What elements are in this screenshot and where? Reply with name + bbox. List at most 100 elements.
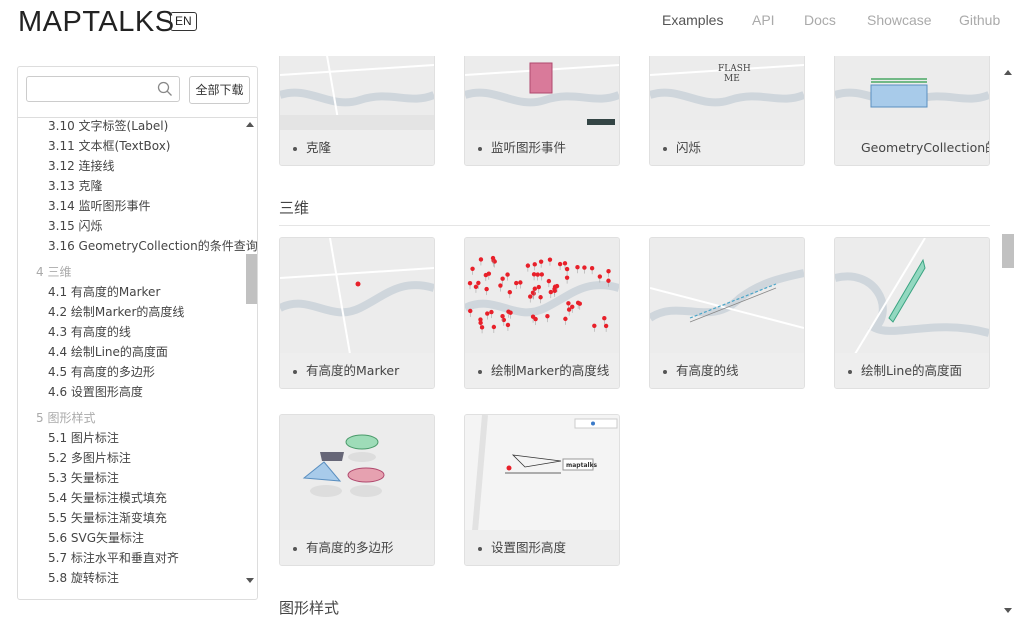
toc-section-style[interactable]: 5 图形样式 xyxy=(36,410,95,426)
toc-item[interactable]: 4.3 有高度的线 xyxy=(48,324,131,340)
map-thumbnail xyxy=(835,238,989,354)
marker-pin-icon xyxy=(500,276,505,281)
marker-pin-icon xyxy=(592,323,597,328)
marker-pin-icon xyxy=(485,311,490,316)
example-card-geometrycollection[interactable]: GeometryCollection的条件查询 xyxy=(834,56,990,166)
example-card-flash[interactable]: FLASH ME 闪烁 xyxy=(649,56,805,166)
nav-showcase[interactable]: Showcase xyxy=(867,12,932,28)
toc-section-3d[interactable]: 4 三维 xyxy=(36,264,71,280)
marker-pin-icon xyxy=(518,280,523,285)
download-all-button[interactable]: 全部下载 xyxy=(189,76,250,104)
card-label: 有高度的Marker xyxy=(280,353,434,388)
marker-pin-icon xyxy=(564,275,570,280)
scroll-down-icon[interactable] xyxy=(1004,608,1012,613)
example-card-marker-altitude[interactable]: 有高度的Marker xyxy=(279,237,435,389)
card-label: 绘制Marker的高度线 xyxy=(465,353,619,388)
top-header: MAPTALKS EN Examples API Docs Showcase G… xyxy=(0,0,1028,56)
search-input[interactable] xyxy=(26,76,180,102)
logo[interactable]: MAPTALKS xyxy=(18,6,175,39)
language-switch[interactable]: EN xyxy=(170,12,197,31)
marker-pin-icon xyxy=(602,316,607,321)
card-label: 监听图形事件 xyxy=(465,130,619,165)
toc-item[interactable]: 3.13 克隆 xyxy=(48,178,103,194)
toc-item[interactable]: 3.10 文字标签(Label) xyxy=(48,118,168,134)
toc-item[interactable]: 4.4 绘制Line的高度面 xyxy=(48,344,168,360)
card-label: 有高度的多边形 xyxy=(280,530,434,565)
marker-pin-icon xyxy=(575,265,580,270)
map-thumbnail: FLASH ME xyxy=(650,56,804,131)
toc-item[interactable]: 3.12 连接线 xyxy=(48,158,115,174)
nav-docs[interactable]: Docs xyxy=(804,12,836,28)
nav-api[interactable]: API xyxy=(752,12,775,28)
map-thumbnail xyxy=(835,56,989,131)
main-scroll-thumb[interactable] xyxy=(1002,234,1014,268)
toc-item[interactable]: 5.4 矢量标注模式填充 xyxy=(48,490,167,506)
marker-pin-icon xyxy=(490,255,496,261)
marker-pin-icon xyxy=(530,290,536,295)
marker-pin-icon xyxy=(489,309,494,315)
marker-pin-icon xyxy=(589,265,595,271)
example-card-set-altitude[interactable]: maptalks 设置图形高度 xyxy=(464,414,620,566)
marker-pin-icon xyxy=(528,294,533,299)
marker-pin-icon xyxy=(535,272,540,277)
marker-pin-icon xyxy=(532,262,537,267)
search-icon[interactable] xyxy=(157,81,173,97)
card-label: 有高度的线 xyxy=(650,353,804,388)
marker-pin-icon xyxy=(548,289,554,295)
toc-list: 3.10 文字标签(Label) 3.11 文本框(TextBox) 3.12 … xyxy=(18,117,257,599)
sidebar: 全部下载 3.10 文字标签(Label) 3.11 文本框(TextBox) … xyxy=(17,66,258,600)
marker-pin-icon xyxy=(507,289,513,295)
toc-item[interactable]: 3.14 监听图形事件 xyxy=(48,198,151,214)
toc-item[interactable]: 5.2 多图片标注 xyxy=(48,450,131,466)
map-thumbnail xyxy=(465,238,619,354)
toc-item[interactable]: 5.5 矢量标注渐变填充 xyxy=(48,510,167,526)
sidebar-scroll-thumb[interactable] xyxy=(246,254,257,304)
marker-pin-icon xyxy=(498,283,503,288)
toc-item[interactable]: 4.5 有高度的多边形 xyxy=(48,364,155,380)
marker-pin-icon xyxy=(570,304,575,310)
toc-item[interactable]: 3.16 GeometryCollection的条件查询 xyxy=(48,238,257,254)
toc-item[interactable]: 4.6 设置图形高度 xyxy=(48,384,143,400)
card-label: 设置图形高度 xyxy=(465,530,619,565)
sidebar-scrollbar[interactable] xyxy=(243,118,257,599)
marker-pin-icon xyxy=(473,284,479,290)
example-card-clone[interactable]: 克隆 xyxy=(279,56,435,166)
marker-pin-icon xyxy=(505,322,511,328)
map-thumbnail xyxy=(650,238,804,354)
section-title-style: 图形样式 xyxy=(279,599,340,617)
toc-item[interactable]: 5.1 图片标注 xyxy=(48,430,119,446)
marker-pin-icon xyxy=(606,278,611,283)
toc-item[interactable]: 3.11 文本框(TextBox) xyxy=(48,138,170,154)
marker-pin-icon xyxy=(603,323,609,329)
toc-item[interactable]: 4.1 有高度的Marker xyxy=(48,284,160,300)
example-card-line-altitude[interactable]: 有高度的线 xyxy=(649,237,805,389)
nav-github[interactable]: Github xyxy=(959,12,1000,28)
marker-pin-icon xyxy=(514,280,519,286)
marker-pin-icon xyxy=(500,313,505,319)
scroll-up-icon[interactable] xyxy=(246,122,254,127)
toc-item[interactable]: 5.8 旋转标注 xyxy=(48,570,119,586)
toc-item[interactable]: 5.3 矢量标注 xyxy=(48,470,119,486)
toc-item[interactable]: 5.6 SVG矢量标注 xyxy=(48,530,144,546)
marker-pin-icon xyxy=(476,280,481,286)
marker-pin-icon xyxy=(538,259,544,264)
example-card-line-altitude-wall[interactable]: 绘制Line的高度面 xyxy=(834,237,990,389)
toc-item[interactable]: 3.15 闪烁 xyxy=(48,218,103,234)
marker-pin-icon xyxy=(506,309,511,314)
marker-pin-icon xyxy=(552,288,557,294)
marker-pin-icon xyxy=(606,269,611,274)
toc-item[interactable]: 5.7 标注水平和垂直对齐 xyxy=(48,550,179,566)
marker-pin-icon xyxy=(501,317,507,323)
marker-pin-icon xyxy=(547,257,553,262)
scroll-up-icon[interactable] xyxy=(1004,70,1012,75)
toc-item[interactable]: 4.2 绘制Marker的高度线 xyxy=(48,304,184,320)
scroll-down-icon[interactable] xyxy=(246,578,254,583)
example-card-polygon-altitude[interactable]: 有高度的多边形 xyxy=(279,414,435,566)
marker-pin-icon xyxy=(468,308,473,314)
example-card-marker-altitude-line[interactable]: 绘制Marker的高度线 xyxy=(464,237,620,389)
nav-examples[interactable]: Examples xyxy=(662,12,723,28)
main-scrollbar[interactable] xyxy=(1000,66,1017,619)
marker-pin-icon xyxy=(566,301,571,306)
card-label: 闪烁 xyxy=(650,130,804,165)
example-card-geometry-events[interactable]: 监听图形事件 xyxy=(464,56,620,166)
